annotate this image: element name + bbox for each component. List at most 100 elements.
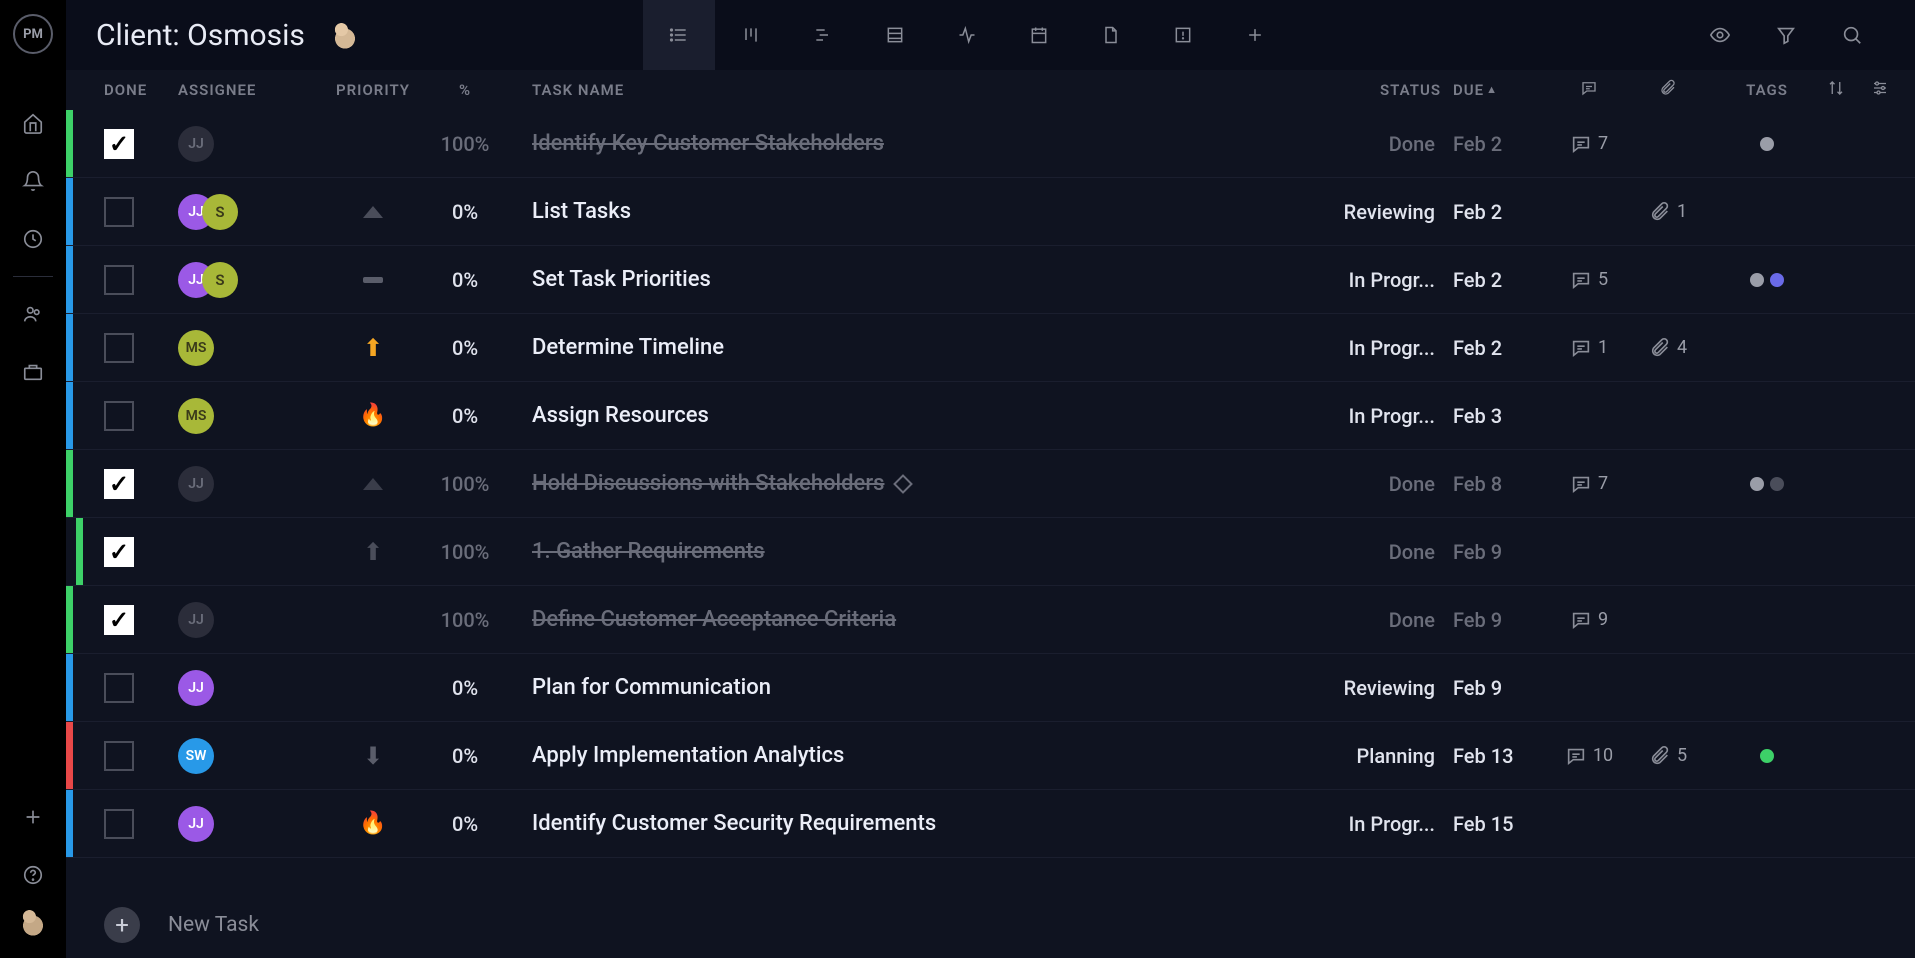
- project-member-avatar[interactable]: [327, 17, 363, 53]
- task-name[interactable]: List Tasks: [532, 199, 1329, 224]
- percent-cell[interactable]: 0%: [428, 200, 502, 224]
- due-cell[interactable]: Feb 13: [1453, 744, 1549, 768]
- assignee-avatar[interactable]: JJ: [178, 670, 214, 706]
- task-row[interactable]: JJ 0% Plan for Communication Reviewing F…: [66, 654, 1915, 722]
- task-name[interactable]: Identify Customer Security Requirements: [532, 811, 1329, 836]
- priority-cell[interactable]: ⬆: [318, 538, 428, 566]
- tag-dot[interactable]: [1750, 273, 1764, 287]
- app-logo[interactable]: PM: [13, 14, 53, 54]
- tag-dot[interactable]: [1770, 477, 1784, 491]
- percent-cell[interactable]: 100%: [428, 472, 502, 496]
- view-file-icon[interactable]: [1075, 0, 1147, 70]
- task-name[interactable]: 1. Gather Requirements: [532, 539, 1329, 564]
- portfolio-icon[interactable]: [0, 343, 66, 401]
- comments-count[interactable]: 9: [1549, 609, 1629, 631]
- col-due[interactable]: DUE▲: [1453, 81, 1549, 99]
- team-icon[interactable]: [0, 285, 66, 343]
- assignee-avatar[interactable]: JJ: [178, 466, 214, 502]
- status-cell[interactable]: In Progr...: [1329, 812, 1453, 836]
- status-cell[interactable]: Done: [1329, 132, 1453, 156]
- percent-cell[interactable]: 0%: [428, 268, 502, 292]
- task-row[interactable]: SW ⬇ 0% Apply Implementation Analytics P…: [66, 722, 1915, 790]
- search-icon[interactable]: [1819, 0, 1885, 70]
- due-cell[interactable]: Feb 2: [1453, 336, 1549, 360]
- project-title[interactable]: Client: Osmosis: [96, 18, 305, 53]
- assignee-avatar[interactable]: SW: [178, 738, 214, 774]
- view-activity-icon[interactable]: [931, 0, 1003, 70]
- priority-cell[interactable]: [318, 206, 428, 218]
- settings-icon[interactable]: [1871, 79, 1915, 101]
- done-checkbox[interactable]: [104, 401, 134, 431]
- status-cell[interactable]: In Progr...: [1329, 404, 1453, 428]
- assignee-avatar[interactable]: S: [202, 262, 238, 298]
- comments-count[interactable]: 5: [1549, 269, 1629, 291]
- col-tags[interactable]: TAGS: [1707, 81, 1827, 99]
- assignee-avatar[interactable]: S: [202, 194, 238, 230]
- view-board-icon[interactable]: [715, 0, 787, 70]
- notifications-icon[interactable]: [0, 152, 66, 210]
- priority-cell[interactable]: [318, 478, 428, 490]
- task-name[interactable]: Hold Discussions with Stakeholders: [532, 471, 1329, 496]
- task-row[interactable]: JJS 0% List Tasks Reviewing Feb 2 1: [66, 178, 1915, 246]
- status-cell[interactable]: Reviewing: [1329, 676, 1453, 700]
- task-name[interactable]: Identify Key Customer Stakeholders: [532, 131, 1329, 156]
- done-checkbox[interactable]: [104, 605, 134, 635]
- task-row[interactable]: JJ 100% Hold Discussions with Stakeholde…: [66, 450, 1915, 518]
- tags-cell[interactable]: [1707, 273, 1827, 287]
- assignee-avatar[interactable]: JJ: [178, 602, 214, 638]
- task-name[interactable]: Determine Timeline: [532, 335, 1329, 360]
- new-task-row[interactable]: + New Task: [66, 892, 1915, 958]
- tag-dot[interactable]: [1750, 477, 1764, 491]
- priority-cell[interactable]: ⬆: [318, 334, 428, 362]
- done-checkbox[interactable]: [104, 129, 134, 159]
- col-task-name[interactable]: TASK NAME: [502, 81, 1329, 99]
- view-list-icon[interactable]: [643, 0, 715, 70]
- assignee-avatar[interactable]: MS: [178, 398, 214, 434]
- status-cell[interactable]: Done: [1329, 540, 1453, 564]
- recent-icon[interactable]: [0, 210, 66, 268]
- view-sheet-icon[interactable]: [859, 0, 931, 70]
- tags-cell[interactable]: [1707, 137, 1827, 151]
- col-done[interactable]: DONE: [104, 81, 178, 99]
- percent-cell[interactable]: 0%: [428, 744, 502, 768]
- col-status[interactable]: STATUS: [1329, 81, 1453, 99]
- task-row[interactable]: JJ 100% Define Customer Acceptance Crite…: [66, 586, 1915, 654]
- status-cell[interactable]: Done: [1329, 472, 1453, 496]
- priority-cell[interactable]: [318, 277, 428, 283]
- comments-count[interactable]: 7: [1549, 473, 1629, 495]
- add-icon[interactable]: [0, 788, 66, 846]
- home-icon[interactable]: [0, 94, 66, 152]
- task-row[interactable]: MS ⬆ 0% Determine Timeline In Progr... F…: [66, 314, 1915, 382]
- due-cell[interactable]: Feb 15: [1453, 812, 1549, 836]
- task-name[interactable]: Apply Implementation Analytics: [532, 743, 1329, 768]
- percent-cell[interactable]: 100%: [428, 608, 502, 632]
- due-cell[interactable]: Feb 3: [1453, 404, 1549, 428]
- due-cell[interactable]: Feb 2: [1453, 132, 1549, 156]
- tags-cell[interactable]: [1707, 477, 1827, 491]
- task-row[interactable]: MS 🔥 0% Assign Resources In Progr... Feb…: [66, 382, 1915, 450]
- sort-icon[interactable]: [1827, 79, 1871, 101]
- task-name[interactable]: Set Task Priorities: [532, 267, 1329, 292]
- priority-cell[interactable]: ⬇: [318, 742, 428, 770]
- percent-cell[interactable]: 0%: [428, 404, 502, 428]
- percent-cell[interactable]: 100%: [428, 540, 502, 564]
- due-cell[interactable]: Feb 2: [1453, 268, 1549, 292]
- task-name[interactable]: Assign Resources: [532, 403, 1329, 428]
- comments-count[interactable]: 10: [1549, 745, 1629, 767]
- comments-count[interactable]: 7: [1549, 133, 1629, 155]
- status-cell[interactable]: Reviewing: [1329, 200, 1453, 224]
- view-gantt-icon[interactable]: [787, 0, 859, 70]
- task-row[interactable]: ⬆ 100% 1. Gather Requirements Done Feb 9: [66, 518, 1915, 586]
- assignee-avatar[interactable]: MS: [178, 330, 214, 366]
- user-avatar[interactable]: [15, 904, 51, 940]
- due-cell[interactable]: Feb 9: [1453, 540, 1549, 564]
- help-icon[interactable]: [0, 846, 66, 904]
- done-checkbox[interactable]: [104, 537, 134, 567]
- tag-dot[interactable]: [1760, 137, 1774, 151]
- task-row[interactable]: JJ 100% Identify Key Customer Stakeholde…: [66, 110, 1915, 178]
- percent-cell[interactable]: 0%: [428, 336, 502, 360]
- due-cell[interactable]: Feb 2: [1453, 200, 1549, 224]
- status-cell[interactable]: Planning: [1329, 744, 1453, 768]
- done-checkbox[interactable]: [104, 197, 134, 227]
- watch-icon[interactable]: [1687, 0, 1753, 70]
